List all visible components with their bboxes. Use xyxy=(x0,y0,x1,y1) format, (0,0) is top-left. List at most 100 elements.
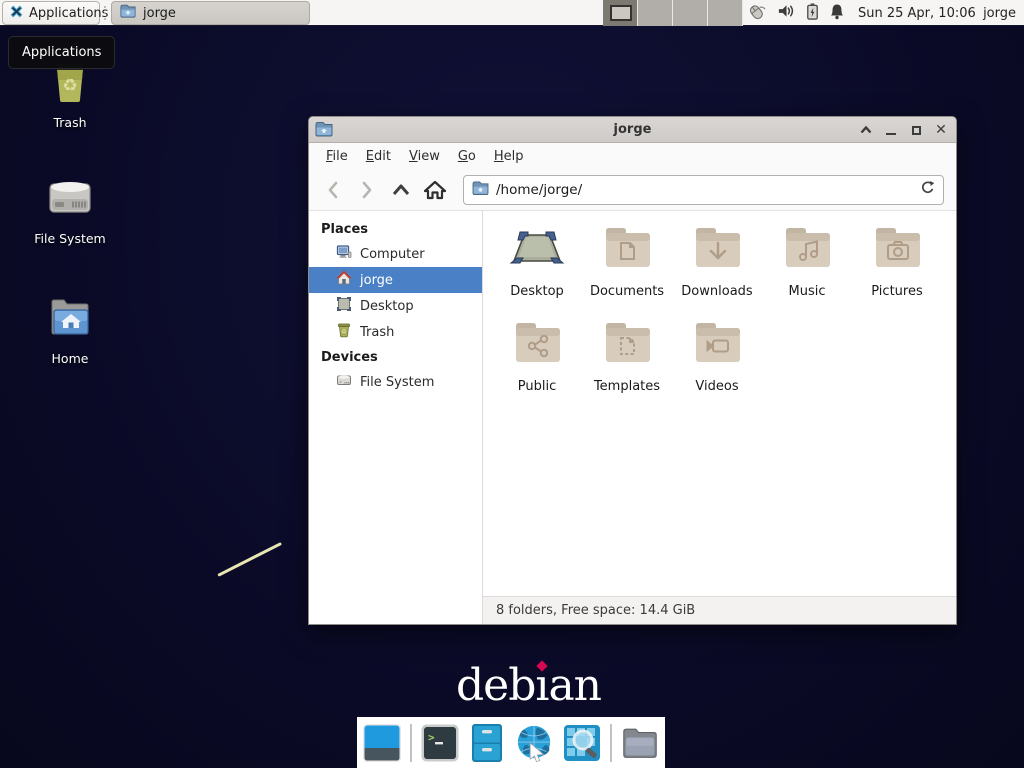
file-manager-window: jorge ✕ File Edit View Go Help xyxy=(308,116,957,625)
terminal-icon[interactable]: > xyxy=(420,723,460,763)
close-button[interactable]: ✕ xyxy=(934,123,948,137)
window-titlebar[interactable]: jorge ✕ xyxy=(309,117,956,143)
workspace-4[interactable] xyxy=(708,0,743,26)
home-icon xyxy=(336,270,352,290)
status-bar: 8 folders, Free space: 14.4 GiB xyxy=(483,596,956,624)
forward-button[interactable] xyxy=(353,176,381,204)
dock-separator xyxy=(410,724,412,762)
file-item-public[interactable]: Public xyxy=(492,318,582,413)
workspace-switcher xyxy=(603,0,743,26)
volume-icon[interactable] xyxy=(777,3,796,23)
workspace-2[interactable] xyxy=(638,0,673,26)
computer-icon xyxy=(336,244,352,264)
videos-folder-icon xyxy=(688,318,746,376)
window-folder-icon xyxy=(315,121,333,141)
path-text[interactable]: /home/jorge/ xyxy=(496,182,913,198)
public-folder-icon xyxy=(508,318,566,376)
file-item-desktop[interactable]: Desktop xyxy=(492,223,582,318)
panel-username[interactable]: jorge xyxy=(983,0,1016,26)
status-text: 8 folders, Free space: 14.4 GiB xyxy=(496,603,695,618)
system-tray xyxy=(747,0,845,26)
home-button[interactable] xyxy=(421,176,449,204)
sidebar-item-desktop[interactable]: Desktop xyxy=(309,293,482,319)
file-folder-icon[interactable] xyxy=(620,723,660,763)
dock-panel: > xyxy=(357,717,665,768)
applications-menu-button[interactable]: Applications xyxy=(2,1,100,25)
path-folder-icon xyxy=(472,180,489,199)
sidebar-item-label: Trash xyxy=(360,325,394,340)
desktop-icon-file-system[interactable]: File System xyxy=(22,172,118,246)
dock-separator xyxy=(610,724,612,762)
back-button[interactable] xyxy=(319,176,347,204)
file-grid: Desktop Documents Downloads xyxy=(483,211,956,596)
debian-logo: debıan xyxy=(456,660,601,711)
workspace-1[interactable] xyxy=(603,0,638,26)
desktop-icon-label: Trash xyxy=(53,115,86,130)
svg-text:♻: ♻ xyxy=(341,329,346,336)
sidebar: Places Computer jorge xyxy=(309,211,483,624)
documents-folder-icon xyxy=(598,223,656,281)
pictures-folder-icon xyxy=(868,223,926,281)
battery-icon[interactable] xyxy=(806,3,819,24)
desktop-icon-label: Home xyxy=(52,351,89,366)
taskbar-window-label: jorge xyxy=(143,6,176,21)
reload-icon[interactable] xyxy=(920,180,935,199)
desktop-icon xyxy=(336,296,352,316)
downloads-folder-icon xyxy=(688,223,746,281)
taskbar-window-button[interactable]: jorge xyxy=(111,1,310,25)
trash-icon: ♻ xyxy=(336,322,352,342)
menu-view[interactable]: View xyxy=(400,146,449,167)
top-panel: Applications jorge xyxy=(0,0,1024,26)
menu-help[interactable]: Help xyxy=(485,146,533,167)
home-folder-icon xyxy=(45,292,95,346)
maximize-button[interactable] xyxy=(909,123,923,137)
workspace-window-preview xyxy=(610,5,632,21)
music-folder-icon xyxy=(778,223,836,281)
sidebar-item-trash[interactable]: ♻ Trash xyxy=(309,319,482,345)
wallpaper-scribble-line xyxy=(217,542,282,577)
sidebar-item-jorge[interactable]: jorge xyxy=(309,267,482,293)
sidebar-devices-header: Devices xyxy=(309,345,482,369)
folder-icon xyxy=(120,4,136,22)
menu-file[interactable]: File xyxy=(317,146,357,167)
file-item-documents[interactable]: Documents xyxy=(582,223,672,318)
file-item-music[interactable]: Music xyxy=(762,223,852,318)
file-item-downloads[interactable]: Downloads xyxy=(672,223,762,318)
menu-edit[interactable]: Edit xyxy=(357,146,400,167)
shade-button[interactable] xyxy=(859,123,873,137)
panel-handle[interactable] xyxy=(103,6,107,20)
minimize-button[interactable] xyxy=(884,123,898,137)
file-item-videos[interactable]: Videos xyxy=(672,318,762,413)
desktop-folder-icon xyxy=(508,223,566,281)
svg-text:>: > xyxy=(428,731,435,744)
desktop: Applications jorge xyxy=(0,0,1024,768)
panel-clock[interactable]: Sun 25 Apr, 10:06 xyxy=(858,0,976,26)
sidebar-item-computer[interactable]: Computer xyxy=(309,241,482,267)
xfce-applications-icon xyxy=(9,4,24,23)
hard-drive-icon xyxy=(45,172,95,226)
templates-folder-icon xyxy=(598,318,656,376)
menu-go[interactable]: Go xyxy=(449,146,485,167)
up-button[interactable] xyxy=(387,176,415,204)
svg-text:♻: ♻ xyxy=(62,76,77,96)
toolbar: /home/jorge/ xyxy=(309,169,956,210)
bell-icon[interactable] xyxy=(829,3,845,24)
sidebar-item-label: Desktop xyxy=(360,299,414,314)
show-desktop-icon[interactable] xyxy=(362,723,402,763)
web-browser-icon[interactable] xyxy=(514,723,554,763)
file-item-pictures[interactable]: Pictures xyxy=(852,223,942,318)
mouse-icon[interactable] xyxy=(747,2,767,24)
desktop-icon-home[interactable]: Home xyxy=(22,292,118,366)
file-manager-icon[interactable] xyxy=(468,723,506,763)
applications-menu-label: Applications xyxy=(29,6,108,21)
sidebar-item-label: jorge xyxy=(360,273,393,288)
applications-tooltip: Applications xyxy=(8,36,115,69)
sidebar-places-header: Places xyxy=(309,217,482,241)
hard-drive-icon xyxy=(336,372,352,392)
sidebar-item-label: Computer xyxy=(360,247,425,262)
sidebar-item-file-system[interactable]: File System xyxy=(309,369,482,395)
workspace-3[interactable] xyxy=(673,0,708,26)
path-bar[interactable]: /home/jorge/ xyxy=(463,175,944,205)
application-finder-icon[interactable] xyxy=(562,723,602,763)
file-item-templates[interactable]: Templates xyxy=(582,318,672,413)
